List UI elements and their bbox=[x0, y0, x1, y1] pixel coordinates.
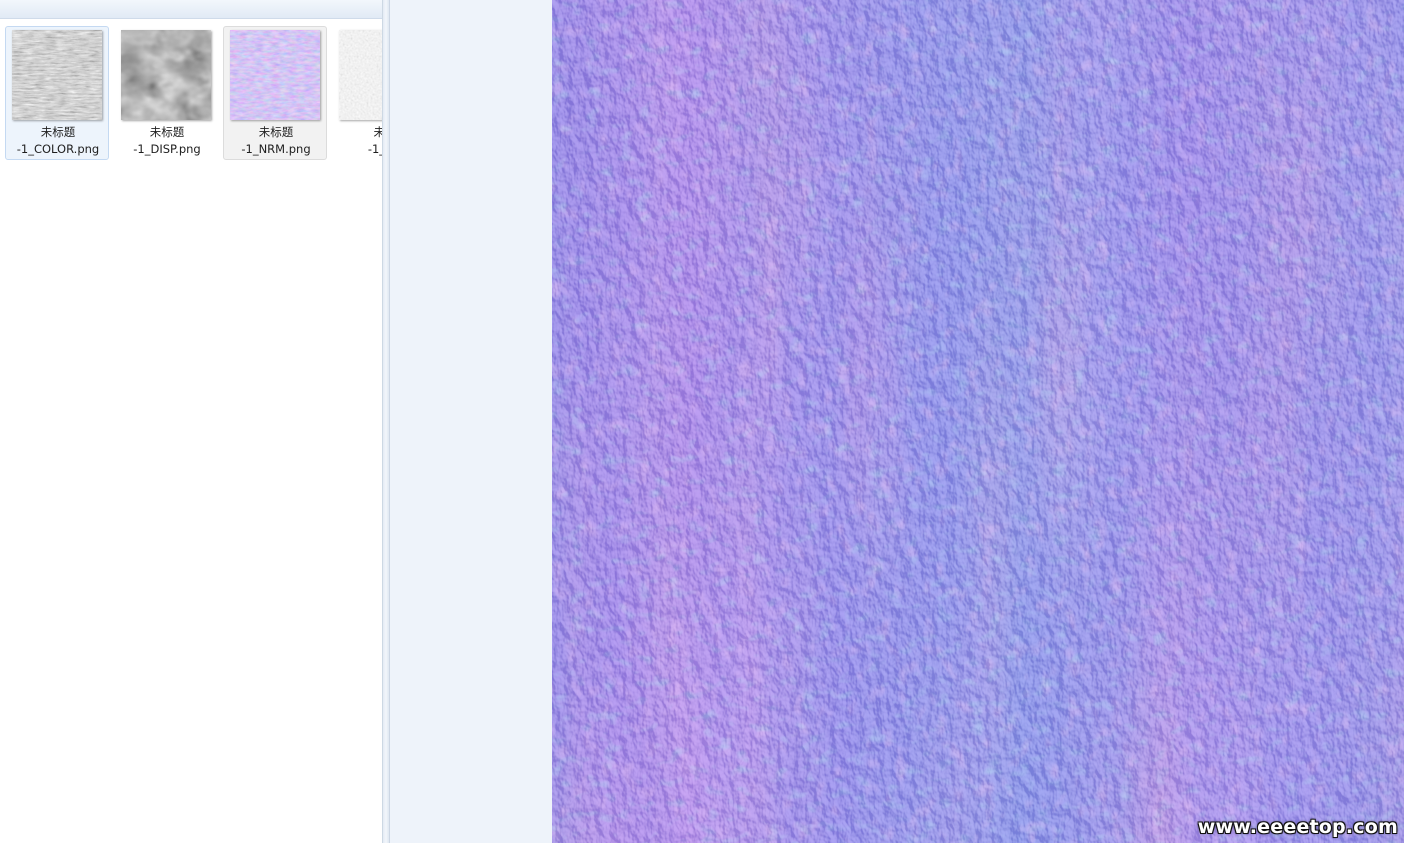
normal-map-texture-icon bbox=[230, 30, 320, 120]
file-name: 未标题 -1_DISP.png bbox=[133, 125, 201, 156]
file-item-color[interactable]: 未标题 -1_COLOR.png bbox=[5, 26, 109, 160]
file-name: 未标 -1_OC bbox=[367, 125, 382, 156]
pane-header-strip bbox=[0, 0, 382, 19]
pane-splitter[interactable] bbox=[382, 0, 390, 843]
watermark: www.eeeetop.com bbox=[1197, 816, 1398, 838]
file-item-nrm[interactable]: 未标题 -1_NRM.png bbox=[223, 26, 327, 160]
normal-map-texture-icon bbox=[552, 0, 1404, 843]
file-item-disp[interactable]: 未标题 -1_DISP.png bbox=[114, 26, 218, 160]
file-name: 未标题 -1_COLOR.png bbox=[16, 125, 100, 156]
normal-map-preview[interactable]: www.eeeetop.com bbox=[552, 0, 1404, 843]
occlusion-map-texture-icon bbox=[339, 30, 382, 120]
file-name: 未标题 -1_NRM.png bbox=[241, 125, 311, 156]
file-browser-pane: 未标题 -1_COLOR.png 未标题 -1_DISP.png 未标题 -1_… bbox=[0, 0, 382, 843]
file-item-occ[interactable]: 未标 -1_OC bbox=[332, 26, 382, 160]
grayscale-noise-texture-icon bbox=[12, 30, 102, 120]
displacement-map-texture-icon bbox=[121, 30, 211, 120]
